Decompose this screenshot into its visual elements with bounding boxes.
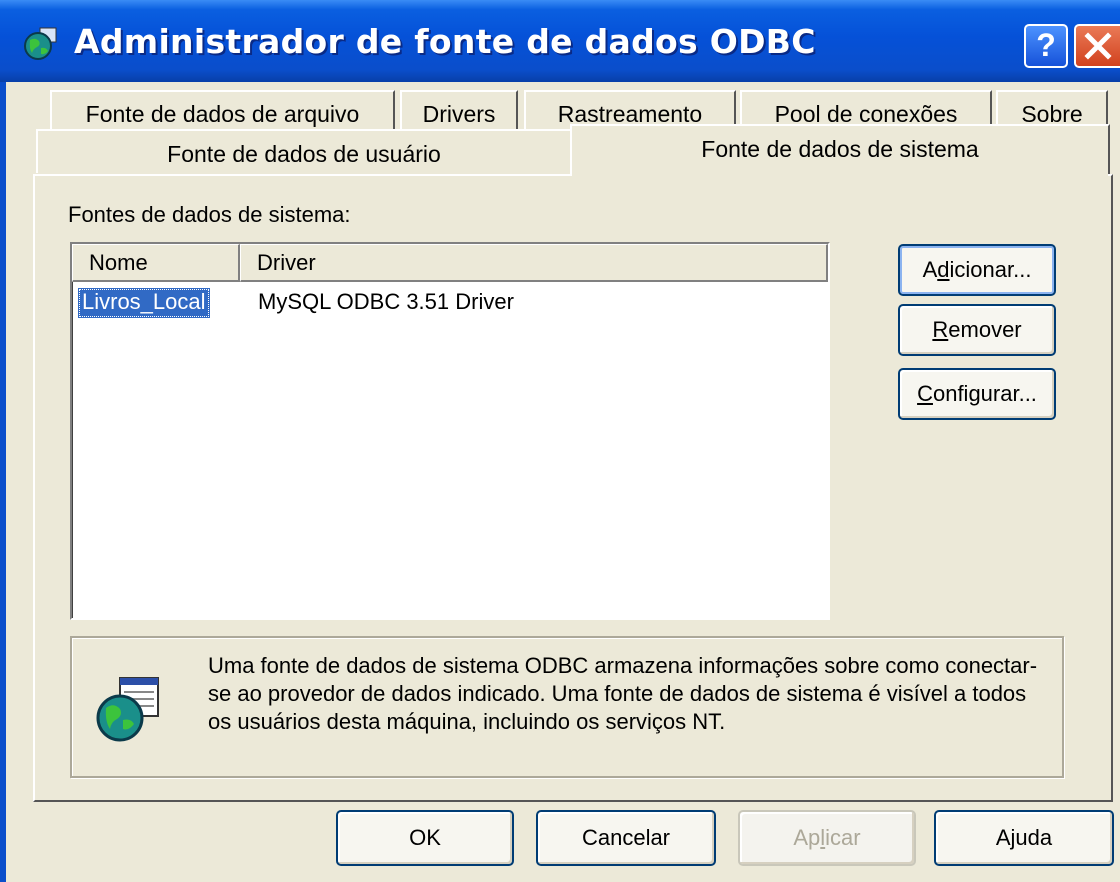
window-border <box>0 82 6 882</box>
title-bar: Administrador de fonte de dados ODBC ? <box>0 0 1120 82</box>
help-footer-button[interactable]: Ajuda <box>934 810 1114 866</box>
help-icon: ? <box>1036 27 1056 63</box>
tab-system-data-source[interactable]: Fonte de dados de sistema <box>570 124 1110 176</box>
list-item-driver[interactable]: MySQL ODBC 3.51 Driver <box>258 288 514 316</box>
column-header-driver[interactable]: Driver <box>240 244 828 282</box>
column-header-name[interactable]: Nome <box>72 244 240 282</box>
configure-button[interactable]: Configurar... <box>898 368 1056 420</box>
apply-button[interactable]: Aplicar <box>738 810 916 866</box>
info-description: Uma fonte de dados de sistema ODBC armaz… <box>208 653 1038 734</box>
data-sources-list[interactable]: Nome Driver Livros_Local MySQL ODBC 3.51… <box>70 242 830 620</box>
system-data-sources-label: Fontes de dados de sistema: <box>68 202 351 227</box>
list-item-name[interactable]: Livros_Local <box>78 288 210 318</box>
ok-button[interactable]: OK <box>336 810 514 866</box>
tab-user-data-source[interactable]: Fonte de dados de usuário <box>36 129 572 173</box>
data-source-globe-icon <box>96 677 159 742</box>
help-button[interactable]: ? <box>1024 24 1068 68</box>
add-button[interactable]: Adicionar... <box>898 244 1056 296</box>
close-icon <box>1084 32 1112 60</box>
cancel-button[interactable]: Cancelar <box>536 810 716 866</box>
close-button[interactable] <box>1074 24 1120 68</box>
window-title: Administrador de fonte de dados ODBC <box>74 22 816 61</box>
remove-button[interactable]: Remover <box>898 304 1056 356</box>
odbc-globe-icon <box>24 27 57 60</box>
